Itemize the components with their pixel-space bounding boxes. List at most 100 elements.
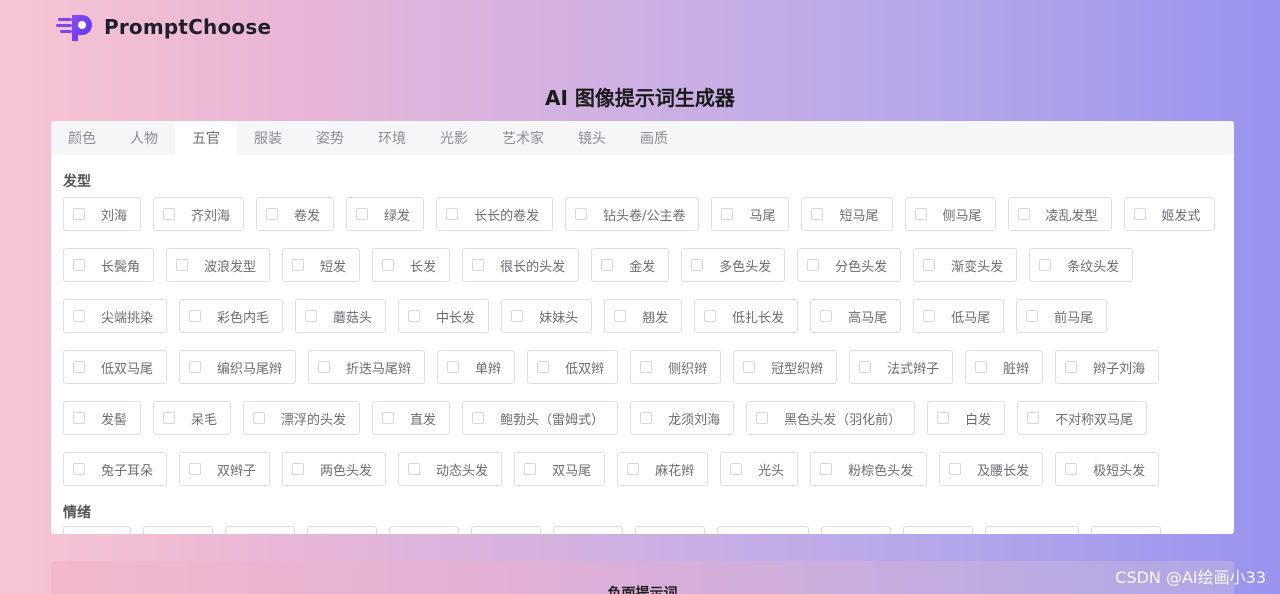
checkbox-icon[interactable] [743,361,756,373]
checkbox-icon[interactable] [721,208,734,220]
checkbox-icon[interactable] [73,412,85,424]
checkbox-icon[interactable] [820,310,833,322]
option-checkbox[interactable]: 卷发 [256,197,335,231]
checkbox-icon[interactable] [163,412,176,424]
option-checkbox[interactable] [821,526,891,534]
checkbox-icon[interactable] [807,259,820,271]
checkbox-icon[interactable] [408,463,421,475]
checkbox-icon[interactable] [614,310,627,322]
checkbox-icon[interactable] [73,208,85,220]
checkbox-icon[interactable] [756,412,769,424]
tab-3[interactable]: 服装 [237,121,299,155]
checkbox-icon[interactable] [176,259,189,271]
tab-2[interactable]: 五官 [175,121,237,155]
option-checkbox[interactable]: 及腰长发 [939,452,1044,486]
checkbox-icon[interactable] [189,310,202,322]
option-checkbox[interactable] [1091,526,1161,534]
option-checkbox[interactable] [307,526,377,534]
option-checkbox[interactable]: 光头 [720,452,799,486]
checkbox-icon[interactable] [253,412,266,424]
option-checkbox[interactable]: 很长的头发 [462,248,580,282]
checkbox-icon[interactable] [292,259,305,271]
tab-4[interactable]: 姿势 [299,121,361,155]
option-checkbox[interactable]: 低马尾 [913,299,1005,333]
option-checkbox[interactable]: 侧织辫 [630,350,722,384]
option-checkbox[interactable]: 条纹头发 [1029,248,1134,282]
option-checkbox[interactable]: 龙须刘海 [630,401,735,435]
option-checkbox[interactable]: 姬发式 [1123,197,1215,231]
option-checkbox[interactable]: 中长发 [398,299,490,333]
option-checkbox[interactable] [635,526,705,534]
checkbox-icon[interactable] [318,361,331,373]
checkbox-icon[interactable] [1027,412,1040,424]
option-checkbox[interactable]: 齐刘海 [153,197,245,231]
checkbox-icon[interactable] [601,259,614,271]
option-checkbox[interactable]: 波浪发型 [166,248,271,282]
option-checkbox[interactable] [63,526,131,534]
option-checkbox[interactable]: 尖端挑染 [63,299,168,333]
tab-9[interactable]: 画质 [623,121,685,155]
checkbox-icon[interactable] [949,463,962,475]
tab-1[interactable]: 人物 [113,121,175,155]
option-checkbox[interactable]: 短马尾 [801,197,893,231]
option-checkbox[interactable]: 刘海 [63,197,142,231]
checkbox-icon[interactable] [640,361,653,373]
option-checkbox[interactable] [903,526,973,534]
checkbox-icon[interactable] [811,208,824,220]
option-checkbox[interactable] [225,526,295,534]
option-checkbox[interactable]: 白发 [927,401,1006,435]
checkbox-icon[interactable] [820,463,833,475]
checkbox-icon[interactable] [73,259,85,271]
option-checkbox[interactable]: 编织马尾辫 [179,350,297,384]
option-checkbox[interactable]: 马尾 [711,197,790,231]
checkbox-icon[interactable] [305,310,318,322]
checkbox-icon[interactable] [73,310,85,322]
checkbox-icon[interactable] [446,208,459,220]
tab-8[interactable]: 镜头 [561,121,623,155]
checkbox-icon[interactable] [1133,208,1146,220]
tab-0[interactable]: 颜色 [51,121,113,155]
brand-header[interactable]: PromptChoose [56,10,271,44]
option-checkbox[interactable]: 鲍勃头（雷姆式） [462,401,619,435]
checkbox-icon[interactable] [163,208,176,220]
option-checkbox[interactable]: 彩色内毛 [179,299,284,333]
option-checkbox[interactable]: 发髻 [63,401,142,435]
option-checkbox[interactable] [717,526,809,534]
checkbox-icon[interactable] [923,259,936,271]
checkbox-icon[interactable] [975,361,988,373]
option-checkbox[interactable]: 妹妹头 [501,299,593,333]
option-checkbox[interactable]: 直发 [372,401,451,435]
option-checkbox[interactable]: 两色头发 [282,452,387,486]
checkbox-icon[interactable] [859,361,872,373]
option-checkbox[interactable]: 低扎长发 [694,299,799,333]
tab-6[interactable]: 光影 [423,121,485,155]
option-checkbox[interactable]: 脏辫 [965,350,1044,384]
option-checkbox[interactable]: 长长的卷发 [436,197,554,231]
option-checkbox[interactable]: 辫子刘海 [1055,350,1160,384]
option-checkbox[interactable]: 高马尾 [810,299,902,333]
option-checkbox[interactable]: 长鬓角 [63,248,155,282]
option-checkbox[interactable]: 凌乱发型 [1007,197,1112,231]
option-checkbox[interactable] [471,526,541,534]
option-checkbox[interactable]: 漂浮的头发 [243,401,361,435]
option-checkbox[interactable]: 单辫 [437,350,516,384]
checkbox-icon[interactable] [1039,259,1052,271]
option-checkbox[interactable]: 多色头发 [681,248,786,282]
checkbox-icon[interactable] [537,361,550,373]
checkbox-icon[interactable] [189,463,202,475]
checkbox-icon[interactable] [923,310,936,322]
checkbox-icon[interactable] [447,361,460,373]
checkbox-icon[interactable] [704,310,717,322]
checkbox-icon[interactable] [730,463,743,475]
checkbox-icon[interactable] [73,361,85,373]
tab-7[interactable]: 艺术家 [485,121,561,155]
checkbox-icon[interactable] [627,463,640,475]
option-checkbox[interactable]: 动态头发 [398,452,503,486]
checkbox-icon[interactable] [382,412,395,424]
checkbox-icon[interactable] [382,259,395,271]
checkbox-icon[interactable] [472,412,485,424]
option-checkbox[interactable]: 分色头发 [797,248,902,282]
option-checkbox[interactable]: 极短头发 [1055,452,1160,486]
tab-5[interactable]: 环境 [361,121,423,155]
option-checkbox[interactable] [985,526,1079,534]
